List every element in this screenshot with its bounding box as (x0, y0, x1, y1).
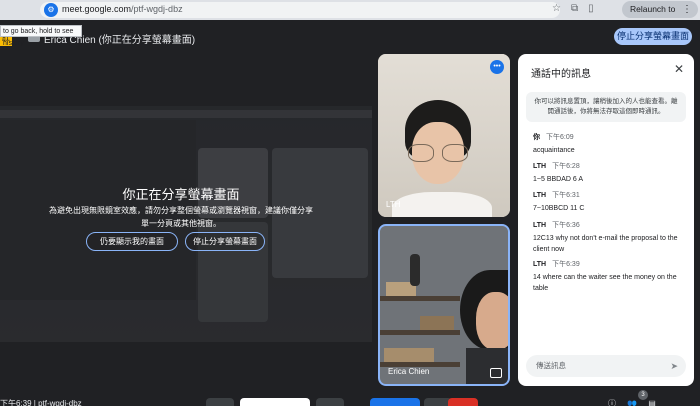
participant-body (466, 348, 508, 384)
camera-button[interactable] (240, 398, 310, 406)
present-button[interactable] (370, 398, 420, 406)
message-text: acquaintance (533, 147, 575, 154)
participant-name: LTH (386, 200, 401, 209)
chat-message: LTH 下午6:31 7~10BBCD 11 C (533, 190, 683, 214)
shelf (380, 330, 460, 335)
message-time: 下午6:39 (552, 261, 580, 268)
url-text[interactable]: meet.google.com/ptf-wgdj-dbz (62, 4, 183, 14)
chat-message: LTH 下午6:39 14 where can the waiter see th… (533, 259, 683, 294)
message-text: 14 where can the waiter see the money on… (533, 274, 677, 292)
stop-sharing-screen-button[interactable]: 停止分享螢幕畫面 (185, 232, 265, 251)
star-icon[interactable]: ☆ (552, 3, 561, 14)
message-sender: LTH (533, 222, 547, 229)
browser-toolbar: ⚙ meet.google.com/ptf-wgdj-dbz ☆ ⧉ ▯ Relau… (0, 0, 700, 31)
chat-input[interactable]: 傳送訊息 ➤ (526, 355, 686, 377)
meeting-info: 下午6:39 | ptf-wgdj-dbz (0, 399, 82, 406)
url-host: meet.google.com (62, 4, 132, 14)
picture-in-picture-icon[interactable] (490, 368, 502, 378)
message-text: 1~5 BBDAD 6 A (533, 176, 584, 183)
audio-indicator-icon[interactable]: ••• (490, 60, 504, 74)
lamp (410, 254, 420, 286)
chat-input-placeholder: 傳送訊息 (536, 361, 566, 370)
message-sender: LTH (533, 261, 547, 268)
relaunch-button[interactable]: Relaunch to update ⋮ (622, 1, 698, 31)
books (384, 348, 434, 362)
chat-icon[interactable]: ▤ (648, 399, 656, 406)
participant-tile-lth[interactable]: ••• LTH (378, 54, 510, 217)
chat-message: LTH 下午6:36 12C13 why not don't e-mail the… (533, 220, 683, 255)
back-tooltip: to go back, hold to see history (0, 25, 82, 47)
message-time: 下午6:28 (552, 163, 580, 170)
url-path: /ptf-wgdj-dbz (131, 4, 183, 14)
chat-panel: 通話中的訊息 ✕ 你可以將訊息置頂，讓稍後加入的人也能查看。離開通話後，你將無法… (518, 54, 694, 386)
glasses (408, 144, 470, 162)
more-vert-icon: ⋮ (682, 4, 692, 15)
extensions-icon[interactable]: ⧉ (571, 3, 578, 14)
chat-message: 你下午6:09 acquaintance (533, 132, 683, 156)
message-time: 下午6:36 (552, 222, 580, 229)
chat-title: 通話中的訊息 (531, 69, 591, 80)
site-info-icon[interactable]: ⚙ (44, 3, 58, 17)
books (420, 316, 454, 330)
participant-face (476, 292, 508, 350)
sidepanel-icon[interactable]: ▯ (588, 3, 594, 14)
participant-count-badge: 3 (638, 390, 648, 400)
stop-sharing-button[interactable]: 停止分享螢幕畫面 (614, 28, 692, 45)
share-description: 為避免出現無限鏡室效應，請勿分享整個螢幕或瀏覽器視窗，建議你僅分享單一分頁或其他… (49, 206, 313, 228)
share-title: 你正在分享螢幕畫面 (122, 187, 240, 202)
mic-button[interactable] (206, 398, 234, 406)
info-icon[interactable]: ⓘ (608, 399, 616, 406)
chat-message: LTH 下午6:28 1~5 BBDAD 6 A (533, 161, 683, 185)
message-text: 7~10BBCD 11 C (533, 205, 585, 212)
message-time: 下午6:31 (552, 192, 580, 199)
bottom-toolbar (0, 396, 700, 406)
message-time: 下午6:09 (546, 134, 574, 141)
captions-button[interactable] (316, 398, 344, 406)
participant-body (392, 192, 492, 217)
side-controls: ⓘ 👥 ▤ (608, 398, 656, 406)
shared-screen-stage: 你正在分享螢幕畫面 為避免出現無限鏡室效應，請勿分享整個螢幕或瀏覽器視窗，建議你… (0, 106, 372, 342)
leave-call-button[interactable] (448, 398, 478, 406)
message-sender: LTH (533, 192, 547, 199)
browser-action-icons: ☆ ⧉ ▯ (552, 3, 604, 14)
close-icon[interactable]: ✕ (674, 62, 684, 76)
message-sender: LTH (533, 163, 547, 170)
send-icon[interactable]: ➤ (670, 355, 678, 377)
message-sender: 你 (533, 134, 540, 141)
message-text: 12C13 why not don't e-mail the proposal … (533, 235, 678, 253)
show-anyway-button[interactable]: 仍要顯示我的畫面 (86, 232, 178, 251)
chat-notice: 你可以將訊息置頂，讓稍後加入的人也能查看。離開通話後，你將無法存取這個即時通訊。 (526, 92, 686, 122)
participant-tile-erica[interactable]: Erica Chien (378, 224, 510, 386)
participant-name: Erica Chien (388, 367, 430, 376)
shelf (380, 296, 460, 301)
people-icon[interactable]: 👥 (627, 399, 637, 406)
